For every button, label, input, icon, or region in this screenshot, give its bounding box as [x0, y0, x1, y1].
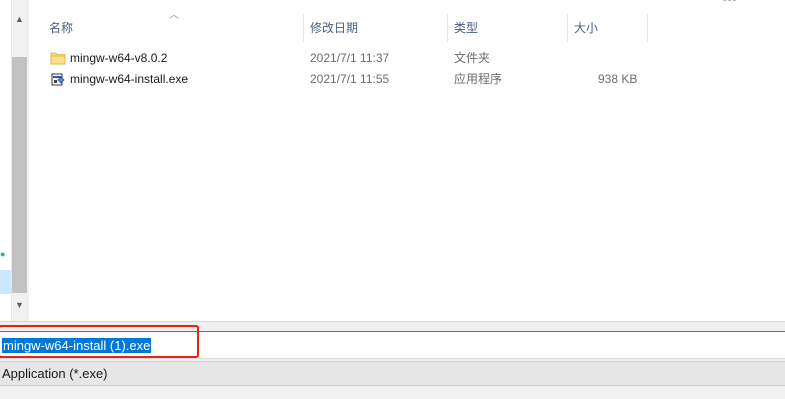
file-row[interactable]: mingw-w64-install.exe 2021/7/1 11:55 应用程…	[29, 69, 637, 90]
file-type: 文件夹	[454, 51, 491, 65]
sort-ascending-icon: ︿	[169, 10, 179, 21]
file-modified: 2021/7/1 11:37	[310, 51, 390, 65]
nav-status-icon: ●	[0, 249, 6, 259]
file-name: mingw-w64-v8.0.2	[70, 51, 168, 65]
file-type: 应用程序	[454, 72, 503, 86]
column-header-name[interactable]: 名称	[49, 14, 73, 42]
column-header-size[interactable]: 大小	[574, 14, 598, 42]
file-row[interactable]: mingw-w64-v8.0.2 2021/7/1 11:37 文件夹	[29, 48, 629, 69]
scroll-down-arrow-icon[interactable]: ▼	[11, 298, 28, 312]
exe-installer-icon	[51, 73, 65, 86]
column-header-modified[interactable]: 修改日期	[310, 14, 358, 42]
dots-icon: - - -	[723, 0, 736, 6]
file-list-header: ︿ 名称 修改日期 类型 大小	[29, 10, 785, 42]
file-name: mingw-w64-install.exe	[70, 72, 189, 86]
file-modified: 2021/7/1 11:55	[310, 72, 390, 86]
nav-selected-item[interactable]	[0, 270, 11, 294]
column-divider[interactable]	[447, 14, 448, 42]
scroll-up-arrow-icon[interactable]: ▲	[11, 12, 28, 26]
filetype-select-value[interactable]: Application (*.exe)	[2, 366, 108, 381]
filetype-select[interactable]: Application (*.exe)	[0, 361, 785, 386]
column-divider[interactable]	[567, 14, 568, 42]
column-divider[interactable]	[303, 14, 304, 42]
column-divider[interactable]	[647, 14, 648, 42]
column-header-type[interactable]: 类型	[454, 14, 478, 42]
file-size: 938 KB	[598, 72, 638, 86]
folder-icon	[50, 52, 66, 65]
nav-scrollbar-thumb[interactable]	[12, 57, 27, 293]
annotation-highlight-box	[0, 325, 199, 358]
